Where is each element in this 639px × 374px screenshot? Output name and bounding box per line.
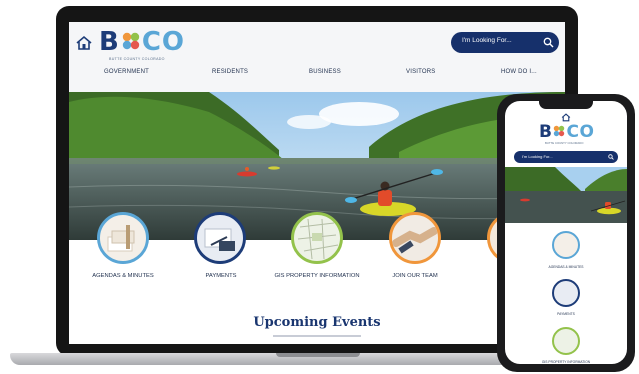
search-placeholder[interactable]: I'm Looking For...: [462, 37, 512, 44]
mobile-logo-letters-co: CO: [566, 122, 595, 142]
search-icon[interactable]: [543, 37, 554, 48]
mobile-tile-agendas[interactable]: [552, 231, 580, 259]
nav-residents[interactable]: RESIDENTS: [212, 69, 248, 75]
tile-label-gis-property[interactable]: GIS PROPERTY INFORMATION: [269, 273, 365, 279]
logo-subtitle: BUTTE COUNTY COLORADO: [109, 57, 165, 61]
mobile-tile-label-agendas[interactable]: AGENDAS & MINUTES: [505, 265, 627, 269]
handshake-icon: [392, 227, 438, 254]
nav-business[interactable]: BUSINESS: [309, 69, 341, 75]
tile-label-payments[interactable]: PAYMENTS: [195, 273, 247, 279]
agenda-icon: [107, 225, 135, 252]
tile-payments[interactable]: [194, 212, 246, 264]
mobile-logo-letter-b: B: [539, 122, 553, 142]
nav-government[interactable]: GOVERNMENT: [104, 69, 149, 75]
logo-letters-co: CO: [141, 27, 186, 57]
logo-dots-icon: [122, 32, 140, 50]
main-nav: GOVERNMENT RESIDENTS BUSINESS VISITORS H…: [69, 69, 565, 81]
tile-label-join-team[interactable]: JOIN OUR TEAM: [387, 273, 443, 279]
mobile-tile-label-gis[interactable]: GIS PROPERTY INFORMATION: [505, 360, 627, 364]
mobile-search-placeholder[interactable]: I'm Looking For...: [522, 154, 553, 159]
home-icon[interactable]: [75, 35, 93, 51]
site-header: B CO BUTTE COUNTY COLORADO I'm Looking F…: [69, 22, 565, 92]
nav-visitors[interactable]: VISITORS: [406, 69, 436, 75]
search-bar[interactable]: I'm Looking For...: [451, 32, 559, 53]
map-icon: [297, 218, 339, 260]
tile-join-team[interactable]: [389, 212, 441, 264]
payments-icon: [204, 228, 235, 251]
upcoming-events-heading: Upcoming Events: [253, 315, 381, 330]
mobile-home-icon[interactable]: [561, 113, 571, 122]
mobile-search-bar[interactable]: I'm Looking For...: [514, 151, 618, 163]
mobile-hero-image: [505, 167, 627, 223]
tile-gis-property[interactable]: [291, 212, 343, 264]
tile-label-agendas-minutes[interactable]: AGENDAS & MINUTES: [91, 273, 155, 279]
mobile-logo-dots-icon: [554, 125, 565, 137]
phone-screen: B CO BUTTE COUNTY COLORADO I'm Looking F…: [505, 101, 627, 364]
mobile-search-icon[interactable]: [608, 154, 614, 160]
nav-how-do-i[interactable]: HOW DO I...: [501, 69, 537, 75]
laptop-notch: [276, 353, 360, 357]
logo-letter-b: B: [99, 27, 120, 57]
site-logo[interactable]: B CO: [99, 28, 185, 56]
laptop-screen: B CO BUTTE COUNTY COLORADO I'm Looking F…: [69, 22, 565, 344]
tile-agendas-minutes[interactable]: [97, 212, 149, 264]
mobile-logo-subtitle: BUTTE COUNTY COLORADO: [545, 141, 584, 145]
mobile-logo[interactable]: B CO: [539, 123, 594, 141]
heading-underline: [273, 335, 361, 337]
mobile-tile-gis[interactable]: [552, 327, 580, 355]
mobile-tile-label-payments[interactable]: PAYMENTS: [505, 312, 627, 316]
phone-notch: [539, 100, 593, 109]
mobile-tile-payments[interactable]: [552, 279, 580, 307]
